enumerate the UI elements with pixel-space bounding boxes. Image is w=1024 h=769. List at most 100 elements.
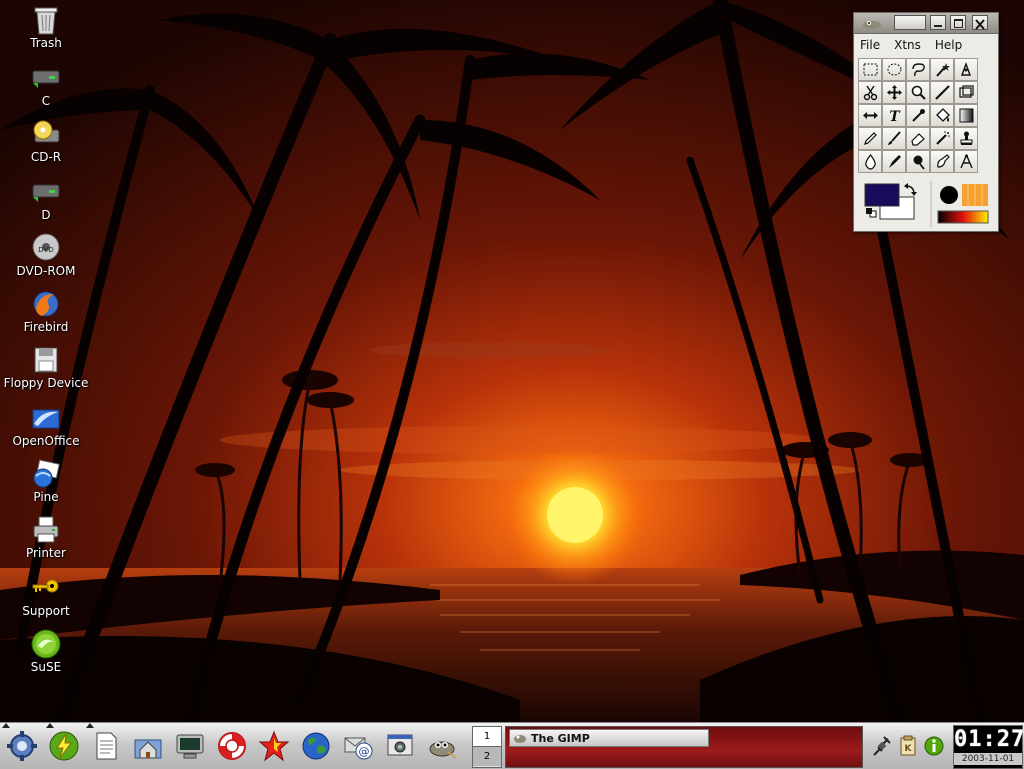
foreground-color-swatch[interactable] [864,183,900,207]
panel-clock[interactable]: 01:27 2003-11-01 [953,725,1024,769]
window-titlebar[interactable] [854,13,998,34]
terminal-button[interactable] [172,728,208,764]
dodge-burn-tool[interactable] [906,150,930,173]
email-button[interactable]: @ [340,728,376,764]
browser-globe-icon [302,732,330,760]
water-drop-icon [864,153,876,170]
system-tray: K [868,727,948,765]
maximize-button[interactable] [950,15,966,30]
favorites-button[interactable] [256,728,292,764]
web-browser-button[interactable] [298,728,334,764]
desktop-icon-printer[interactable]: Printer [0,514,92,560]
smudge-tool[interactable] [930,150,954,173]
taskbar-window-list: The GIMP [505,726,863,768]
ellipse-select-icon [887,63,901,76]
desktop-icon-firebird[interactable]: Firebird [0,288,92,334]
ink-tool[interactable] [882,150,906,173]
gradient-preview[interactable] [937,210,989,224]
eraser-icon [910,133,925,146]
desktop-icon-floppy[interactable]: Floppy Device [0,344,92,390]
titlebar-grip[interactable] [894,15,926,30]
ellipse-select-tool[interactable] [882,58,906,81]
path-tool[interactable] [954,150,978,173]
text-icon: T [889,109,901,124]
crop-tool[interactable] [954,81,978,104]
network-plug-icon[interactable] [871,734,893,758]
text-editor-icon [96,732,117,760]
bezier-icon [960,61,971,76]
ink-pen-icon [888,155,901,168]
key-icon [32,579,59,593]
measure-tool[interactable] [930,81,954,104]
desktop-icon-label: OpenOffice [12,434,80,448]
desktop-icon-c-drive[interactable]: C [0,62,92,108]
scissors-tool[interactable] [858,81,882,104]
text-tool[interactable]: T [882,104,906,127]
help-button[interactable] [214,728,250,764]
desktop-icon-support[interactable]: Support [0,572,92,618]
minimize-icon [934,25,942,27]
gradient-icon [959,108,973,123]
stamp-icon [960,131,972,145]
svg-text:T: T [889,109,901,124]
klipper-clipboard-icon[interactable]: K [898,735,918,757]
menu-help[interactable]: Help [935,38,962,52]
suse-icon [31,629,61,659]
desktop-icon-cd-r[interactable]: CD-R [0,118,92,164]
flip-tool[interactable] [858,104,882,127]
rect-select-tool[interactable] [858,58,882,81]
suse-lightning-icon [49,731,79,761]
paint-bucket-icon [935,108,950,122]
blur-tool[interactable] [858,150,882,173]
desktop-icon-suse[interactable]: SuSE [0,628,92,674]
kde-menu-button[interactable] [4,728,40,764]
color-picker-tool[interactable] [906,104,930,127]
move-tool[interactable] [882,81,906,104]
paintbrush-tool[interactable] [882,127,906,150]
default-colors-icon[interactable] [866,208,877,218]
close-button[interactable] [972,15,988,30]
task-button-gimp[interactable]: The GIMP [509,729,709,747]
brush-preview[interactable] [940,186,958,204]
desktop-icon-openoffice[interactable]: OpenOffice [0,402,92,448]
gimp-toolbox-window[interactable]: File Xtns Help T [853,12,999,232]
text-editor-button[interactable] [88,728,124,764]
tool-grid: T [858,58,998,173]
bezier-select-tool[interactable] [954,58,978,81]
screenshot-button[interactable] [382,728,418,764]
airbrush-tool[interactable] [930,127,954,150]
desktop-icon-label: DVD-ROM [16,264,76,278]
swap-colors-icon[interactable] [904,183,917,196]
menu-file[interactable]: File [860,38,880,52]
pine-mail-icon [33,459,60,488]
cd-r-icon [33,120,60,143]
svg-text:DVD: DVD [38,246,53,254]
desktop-icon-label: C [41,94,51,108]
gimp-launcher-button[interactable] [424,728,460,764]
home-folder-button[interactable] [130,728,166,764]
blend-tool[interactable] [954,104,978,127]
minimize-button[interactable] [930,15,946,30]
zoom-tool[interactable] [906,81,930,104]
pencil-tool[interactable] [858,127,882,150]
desktop-icon-d-drive[interactable]: D [0,176,92,222]
clone-tool[interactable] [954,127,978,150]
paintbrush-icon [887,131,901,145]
email-icon: @ [344,737,373,760]
firebird-icon [33,291,59,317]
desktop-icon-column: Trash C CD-R D DVD DVD-ROM Firebird Flop… [0,0,95,720]
desktop-icon-pine[interactable]: Pine [0,458,92,504]
gimp-wilber-icon[interactable] [860,16,884,30]
menu-xtns[interactable]: Xtns [894,38,921,52]
fuzzy-select-tool[interactable] [930,58,954,81]
info-icon[interactable] [923,735,945,757]
bucket-fill-tool[interactable] [930,104,954,127]
lasso-tool[interactable] [906,58,930,81]
desktop-icon-label: Floppy Device [3,376,89,390]
suse-launcher-button[interactable] [46,728,82,764]
pager-desktop-2[interactable]: 2 [473,746,501,766]
pager-desktop-1[interactable]: 1 [473,727,501,746]
desktop-icon-dvd-rom[interactable]: DVD DVD-ROM [0,232,92,278]
eraser-tool[interactable] [906,127,930,150]
desktop-icon-trash[interactable]: Trash [0,4,92,50]
